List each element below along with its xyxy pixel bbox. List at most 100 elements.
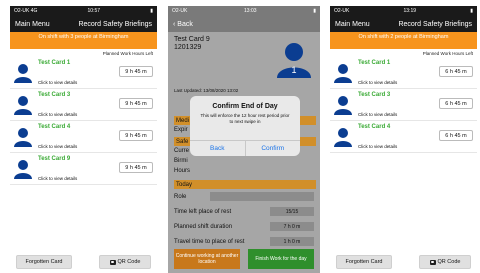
back-label: Back: [177, 20, 193, 28]
row-label: Today: [176, 181, 193, 188]
carrier-text: O2-UK 4G: [14, 8, 38, 14]
forgotten-card-button[interactable]: Forgotten Card: [336, 255, 392, 269]
view-details-link[interactable]: Click to view details: [358, 80, 397, 85]
nav-bar: Main Menu Record Safety Briefings: [10, 16, 157, 32]
bottom-buttons: Continue working at another location Fin…: [174, 249, 314, 269]
qr-code-label: QR Code: [437, 259, 461, 265]
dialog-confirm-button[interactable]: Confirm: [244, 141, 301, 156]
field-value: 7 h 0 m: [270, 222, 314, 231]
avatar-number: 1: [291, 65, 296, 75]
phone-screen-1: O2-UK 4G 10:57 ▮ Main Menu Record Safety…: [10, 6, 157, 273]
shift-banner: On shift with 3 people at Birmingham: [10, 32, 157, 49]
row-label: Expir: [174, 127, 188, 133]
card-title: Test Card 4: [358, 124, 391, 130]
card-item[interactable]: Test Card 4 9 h 45 m Click to view detai…: [10, 121, 157, 153]
view-details-link[interactable]: Click to view details: [38, 80, 77, 85]
card-item[interactable]: Test Card 1 9 h 45 m Click to view detai…: [10, 57, 157, 89]
field-label: Time left place of rest: [174, 208, 232, 215]
person-avatar-icon: [14, 128, 32, 147]
camera-icon: [429, 259, 436, 265]
qr-code-button[interactable]: QR Code: [99, 255, 151, 269]
qr-code-button[interactable]: QR Code: [419, 255, 471, 269]
field-row: Planned shift duration 7 h 0 m: [174, 222, 314, 231]
bottom-buttons: Forgotten Card QR Code: [330, 255, 477, 269]
card-title: Test Card 4: [38, 124, 71, 130]
battery-icon: ▮: [470, 8, 473, 14]
row-label: Safe: [176, 138, 189, 145]
card-item[interactable]: Test Card 4 6 h 45 m Click to view detai…: [330, 121, 477, 153]
bottom-buttons: Forgotten Card QR Code: [10, 255, 157, 269]
phone-screen-2: O2-UK 13:03 ▮ ‹ Back Test Card 9 1201329…: [168, 6, 320, 273]
view-details-link[interactable]: Click to view details: [38, 112, 77, 117]
record-safety-briefings-button[interactable]: Record Safety Briefings: [78, 21, 152, 28]
battery-icon: ▮: [150, 8, 153, 14]
hours-left-box: 9 h 45 m: [119, 162, 153, 173]
view-details-link[interactable]: Click to view details: [38, 176, 77, 181]
carrier-text: O2-UK: [172, 8, 188, 14]
card-item[interactable]: Test Card 1 6 h 45 m Click to view detai…: [330, 57, 477, 89]
dialog-back-button[interactable]: Back: [190, 141, 245, 156]
view-details-link[interactable]: Click to view details: [358, 112, 397, 117]
status-bar: O2-UK 4G 10:57 ▮: [10, 6, 157, 16]
row-label: Curre: [174, 148, 190, 154]
status-bar: O2-UK 13:19 ▮: [330, 6, 477, 16]
person-avatar-icon: [334, 96, 352, 115]
nav-bar: ‹ Back: [168, 16, 320, 32]
field-label: Planned shift duration: [174, 223, 233, 230]
role-row: Role: [174, 192, 314, 201]
view-details-link[interactable]: Click to view details: [358, 144, 397, 149]
dialog-title: Confirm End of Day: [212, 103, 278, 110]
dialog-message: This will enforce the 12 hour rest perio…: [200, 113, 290, 124]
phone-screen-3: O2-UK 13:19 ▮ Main Menu Record Safety Br…: [330, 6, 477, 273]
field-row: Travel time to place of rest 1 h 0 m: [174, 237, 314, 246]
person-avatar-icon: [14, 160, 32, 179]
hours-left-box: 9 h 45 m: [119, 130, 153, 141]
person-avatar-icon: [14, 96, 32, 115]
planned-hours-label: Planned Work Hours Left: [102, 51, 153, 56]
card-title: Test Card 1: [38, 60, 71, 66]
card-title: Test Card 3: [38, 92, 71, 98]
clock-text: 13:19: [403, 8, 417, 14]
card-title: Test Card 9: [174, 36, 210, 43]
main-menu-button[interactable]: Main Menu: [335, 21, 370, 28]
person-avatar-icon: [334, 128, 352, 147]
row-label: Medi: [176, 117, 190, 124]
carrier-text: O2-UK: [334, 8, 350, 14]
info-row: Today: [174, 180, 316, 189]
person-avatar-icon: 1: [277, 43, 311, 78]
info-row: Hours: [174, 168, 314, 174]
row-label: Role: [174, 193, 187, 200]
person-avatar-icon: [14, 64, 32, 83]
back-button[interactable]: ‹ Back: [173, 21, 193, 28]
card-title-block: Test Card 9 1201329: [174, 36, 210, 52]
view-details-link[interactable]: Click to view details: [38, 144, 77, 149]
camera-icon: [109, 259, 116, 265]
record-safety-briefings-button[interactable]: Record Safety Briefings: [398, 21, 472, 28]
row-label: Birmi: [174, 158, 188, 164]
qr-code-label: QR Code: [117, 259, 141, 265]
hours-left-box: 9 h 45 m: [119, 98, 153, 109]
field-value: 1 h 0 m: [270, 237, 314, 246]
confirm-dialog: Confirm End of Day This will enforce the…: [190, 96, 300, 156]
hours-left-box: 9 h 45 m: [119, 66, 153, 77]
field-label: Travel time to place of rest: [174, 238, 245, 245]
continue-working-button[interactable]: Continue working at another location: [174, 249, 240, 269]
field-row: Time left place of rest 15/15: [174, 207, 314, 216]
main-menu-button[interactable]: Main Menu: [15, 21, 50, 28]
hours-left-box: 6 h 45 m: [439, 66, 473, 77]
field-value: 15/15: [270, 207, 314, 216]
forgotten-card-button[interactable]: Forgotten Card: [16, 255, 72, 269]
planned-hours-label: Planned Work Hours Left: [422, 51, 473, 56]
card-item[interactable]: Test Card 9 9 h 45 m Click to view detai…: [10, 153, 157, 185]
finish-work-button[interactable]: Finish Work for the day: [248, 249, 314, 269]
info-row: Birmi: [174, 158, 314, 164]
card-title: Test Card 9: [38, 156, 71, 162]
nav-bar: Main Menu Record Safety Briefings: [330, 16, 477, 32]
battery-icon: ▮: [313, 8, 316, 14]
card-item[interactable]: Test Card 3 9 h 45 m Click to view detai…: [10, 89, 157, 121]
dialog-buttons: Back Confirm: [190, 140, 300, 156]
hours-left-box: 6 h 45 m: [439, 130, 473, 141]
status-bar: O2-UK 13:03 ▮: [168, 6, 320, 16]
card-title: Test Card 3: [358, 92, 391, 98]
card-item[interactable]: Test Card 3 6 h 45 m Click to view detai…: [330, 89, 477, 121]
